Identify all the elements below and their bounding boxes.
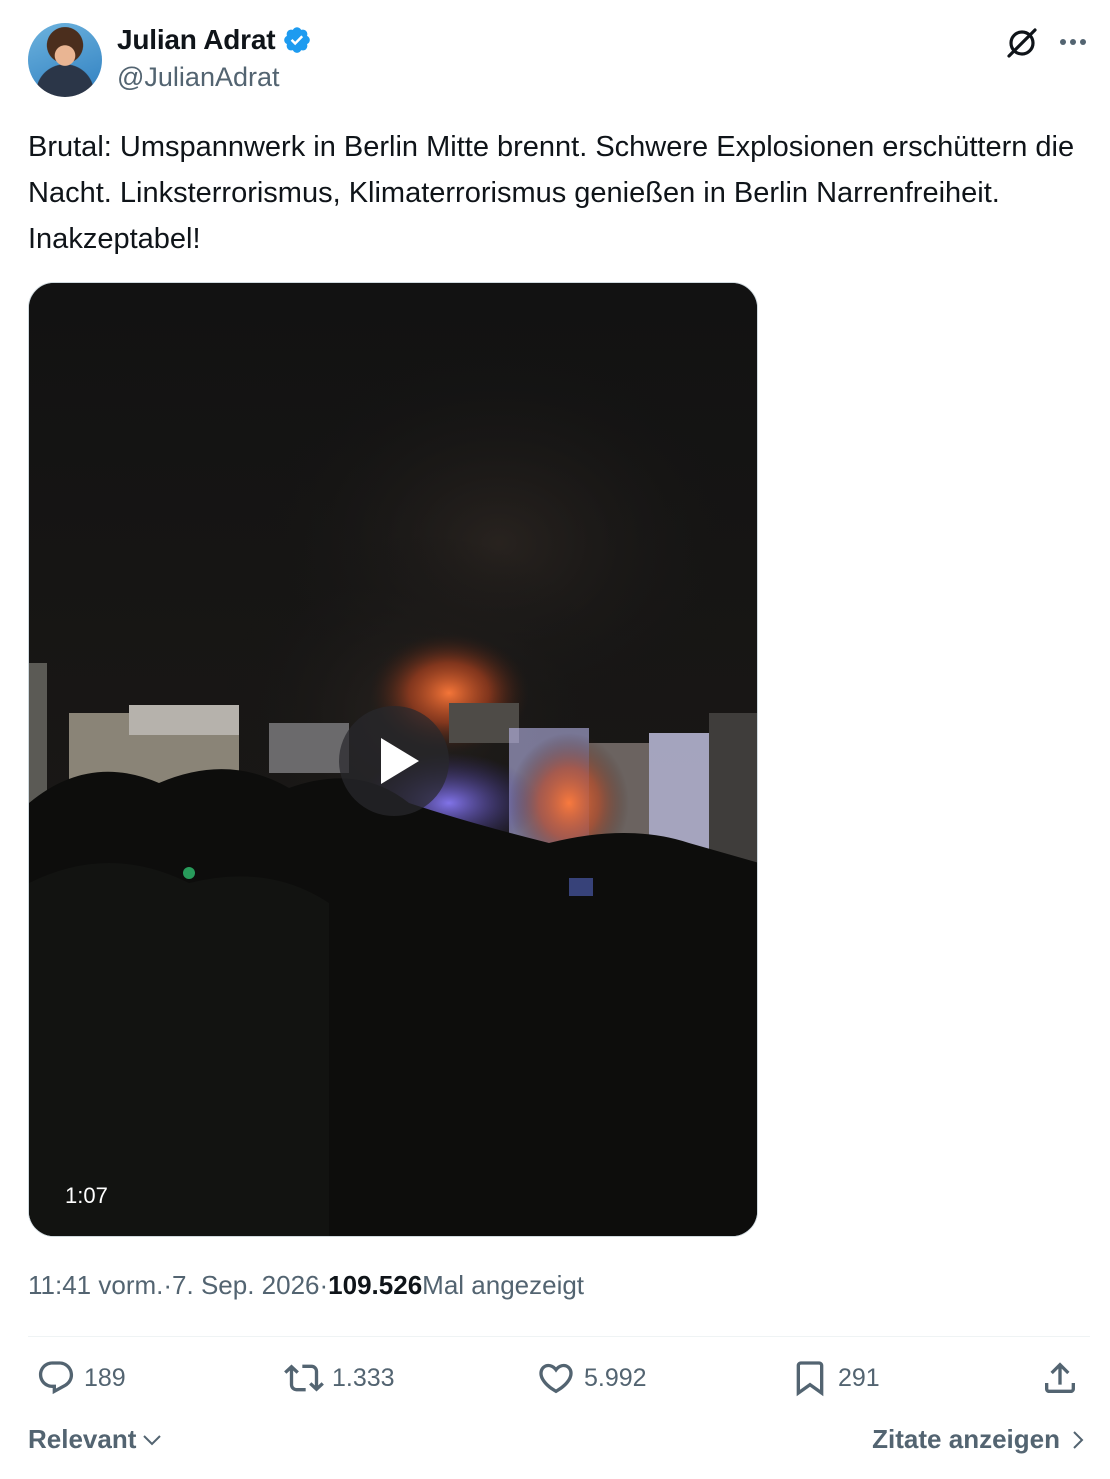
sort-label: Relevant (28, 1424, 137, 1454)
video-player[interactable]: 1:07 (28, 282, 758, 1237)
repost-count: 1.333 (332, 1363, 395, 1392)
share-button[interactable] (1040, 1358, 1080, 1398)
bookmark-count: 291 (838, 1363, 880, 1392)
reply-icon (38, 1361, 74, 1395)
play-button[interactable] (339, 706, 449, 816)
like-count: 5.992 (584, 1363, 647, 1392)
chevron-down-icon (143, 1434, 162, 1445)
view-quotes-label: Zitate anzeigen (872, 1424, 1060, 1454)
views-label: Mal angezeigt (422, 1270, 585, 1300)
author-name[interactable]: Julian Adrat (117, 24, 276, 56)
reply-button[interactable]: 189 (36, 1358, 126, 1398)
verified-badge-icon (284, 27, 311, 53)
heart-icon (539, 1363, 573, 1394)
repost-button[interactable]: 1.333 (284, 1358, 395, 1398)
grok-icon[interactable] (1002, 23, 1042, 63)
divider (28, 1336, 1090, 1337)
chevron-right-icon (1073, 1430, 1084, 1449)
views-count: 109.526 (328, 1270, 423, 1300)
bookmark-button[interactable]: 291 (790, 1358, 880, 1398)
like-button[interactable]: 5.992 (536, 1358, 647, 1398)
tweet-time[interactable]: 11:41 vorm. (28, 1270, 163, 1301)
author-name-row: Julian Adrat (117, 24, 312, 56)
action-bar: 189 1.333 5.992 291 (28, 1358, 1090, 1408)
more-options-icon[interactable] (1055, 24, 1095, 64)
tweet-meta: 11:41 vorm. · 7. Sep. 2026 · 109.526 Mal… (28, 1270, 584, 1301)
reply-count: 189 (84, 1363, 126, 1392)
sort-dropdown[interactable]: Relevant (28, 1424, 164, 1455)
avatar[interactable] (28, 23, 102, 97)
meta-separator: · (163, 1270, 173, 1300)
view-quotes-link[interactable]: Zitate anzeigen (872, 1424, 1090, 1455)
tweet-text: Brutal: Umspannwerk in Berlin Mitte bren… (28, 131, 1083, 255)
meta-separator: · (319, 1270, 329, 1300)
share-icon (1045, 1362, 1075, 1393)
bookmark-icon (796, 1361, 824, 1397)
video-duration: 1:07 (65, 1183, 108, 1208)
tweet-date[interactable]: 7. Sep. 2026 (172, 1270, 319, 1301)
author-handle[interactable]: @JulianAdrat (117, 62, 280, 93)
repost-icon (284, 1364, 324, 1392)
play-icon (381, 738, 419, 784)
